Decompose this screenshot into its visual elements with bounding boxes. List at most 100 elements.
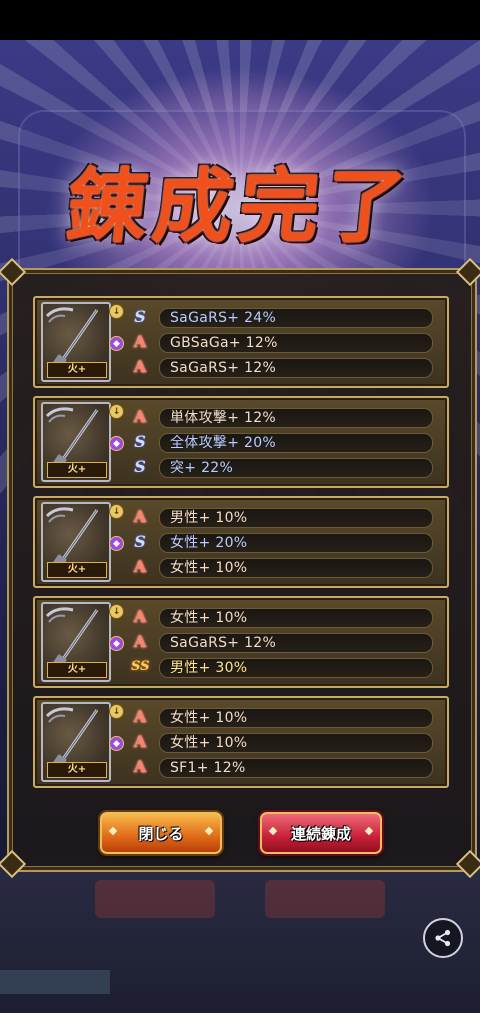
slot-icon-column: ↓ ◆: [109, 402, 124, 478]
upgrade-slot-icon: ↓: [109, 304, 124, 319]
slot-icon-column: ↓ ◆: [109, 302, 124, 378]
stat-text: SaGaRS+ 24%: [170, 310, 277, 326]
rank-a-icon: A: [133, 407, 147, 426]
stat-bar: SaGaRS+ 12%: [159, 358, 433, 378]
result-card: 火+ ↓ ◆ A 男性+ 10% S 女性+ 20% A 女性+ 10%: [33, 496, 449, 588]
stat-row: A 女性+ 10%: [131, 557, 433, 578]
stat-row: A 男性+ 10%: [131, 507, 433, 528]
element-tag: 火+: [47, 562, 107, 578]
stat-row: A GBSaGa+ 12%: [131, 332, 433, 353]
background-button-ghost: [95, 880, 215, 918]
stat-text: 女性+ 10%: [170, 735, 248, 751]
stat-row: A 単体攻撃+ 12%: [131, 407, 433, 428]
share-button[interactable]: [423, 918, 463, 958]
stat-bar: 全体攻撃+ 20%: [159, 433, 433, 453]
stat-row: S 全体攻撃+ 20%: [131, 432, 433, 453]
close-button[interactable]: 閉じる: [100, 812, 222, 854]
stat-bar: 突+ 22%: [159, 458, 433, 478]
result-card: 火+ ↓ ◆ A 単体攻撃+ 12% S 全体攻撃+ 20% S 突+ 22%: [33, 396, 449, 488]
element-tag: 火+: [47, 362, 107, 378]
rank-ss-icon: SS: [131, 659, 150, 674]
stat-text: 単体攻撃+ 12%: [170, 410, 276, 426]
stat-row: A SaGaRS+ 12%: [131, 357, 433, 378]
rank-a-icon: A: [133, 507, 147, 526]
element-tag: 火+: [47, 662, 107, 678]
upgrade-slot-icon: ↓: [109, 704, 124, 719]
stat-bar: SaGaRS+ 12%: [159, 633, 433, 653]
stat-text: GBSaGa+ 12%: [170, 335, 278, 351]
weapon-thumbnail[interactable]: 火+: [41, 302, 111, 382]
stat-text: 女性+ 10%: [170, 610, 248, 626]
rank-s-icon: S: [134, 532, 146, 551]
button-ornament: [364, 826, 374, 836]
rank-s-icon: S: [134, 457, 146, 476]
weapon-thumbnail[interactable]: 火+: [41, 402, 111, 482]
stat-bar: 女性+ 10%: [159, 558, 433, 578]
slot-icon-column: ↓ ◆: [109, 502, 124, 578]
rank-s-icon: S: [134, 307, 146, 326]
stat-row: SS 男性+ 30%: [131, 657, 433, 678]
rank-a-icon: A: [133, 357, 147, 376]
upgrade-slot-icon: ↓: [109, 504, 124, 519]
button-ornament: [268, 826, 278, 836]
upgrade-slot-icon: ↓: [109, 404, 124, 419]
stat-row: A 女性+ 10%: [131, 707, 433, 728]
rank-a-icon: A: [133, 707, 147, 726]
gem-slot-icon: ◆: [109, 336, 124, 351]
close-button-label: 閉じる: [138, 824, 184, 843]
element-tag: 火+: [47, 762, 107, 778]
upgrade-slot-icon: ↓: [109, 604, 124, 619]
share-icon: [435, 929, 451, 947]
stat-text: SaGaRS+ 12%: [170, 360, 277, 376]
stat-row: A SaGaRS+ 12%: [131, 632, 433, 653]
stat-text: 女性+ 10%: [170, 560, 248, 576]
rank-a-icon: A: [133, 557, 147, 576]
stat-row: A SF1+ 12%: [131, 757, 433, 778]
stat-row: S SaGaRS+ 24%: [131, 307, 433, 328]
result-card: 火+ ↓ ◆ A 女性+ 10% A SaGaRS+ 12% SS 男性+ 30%: [33, 596, 449, 688]
stat-text: 男性+ 30%: [170, 660, 248, 676]
result-card: 火+ ↓ ◆ A 女性+ 10% A 女性+ 10% A SF1+ 12%: [33, 696, 449, 788]
stat-bar: 女性+ 20%: [159, 533, 433, 553]
gem-slot-icon: ◆: [109, 536, 124, 551]
element-tag: 火+: [47, 462, 107, 478]
stat-row: S 女性+ 20%: [131, 532, 433, 553]
stat-bar: 男性+ 30%: [159, 658, 433, 678]
rank-a-icon: A: [133, 332, 147, 351]
stat-row: S 突+ 22%: [131, 457, 433, 478]
stat-text: 全体攻撃+ 20%: [170, 435, 276, 451]
gem-slot-icon: ◆: [109, 736, 124, 751]
result-card: 火+ ↓ ◆ S SaGaRS+ 24% A GBSaGa+ 12% A SaGaRS+ 12%: [33, 296, 449, 388]
continuous-refine-button-label: 連続錬成: [290, 824, 351, 843]
stat-row: A 女性+ 10%: [131, 732, 433, 753]
background-strip: [0, 970, 110, 994]
gem-slot-icon: ◆: [109, 436, 124, 451]
stat-text: 女性+ 10%: [170, 710, 248, 726]
rank-a-icon: A: [133, 732, 147, 751]
slot-icon-column: ↓ ◆: [109, 602, 124, 678]
stat-bar: GBSaGa+ 12%: [159, 333, 433, 353]
status-bar: [0, 0, 480, 40]
stat-bar: 女性+ 10%: [159, 608, 433, 628]
rank-a-icon: A: [133, 632, 147, 651]
result-title: 錬成完了: [62, 159, 417, 253]
background-button-ghost: [265, 880, 385, 918]
button-ornament: [108, 826, 118, 836]
stat-bar: 女性+ 10%: [159, 708, 433, 728]
slot-icon-column: ↓ ◆: [109, 702, 124, 778]
continuous-refine-button[interactable]: 連続錬成: [260, 812, 382, 854]
gem-slot-icon: ◆: [109, 636, 124, 651]
stat-bar: 女性+ 10%: [159, 733, 433, 753]
weapon-thumbnail[interactable]: 火+: [41, 502, 111, 582]
stat-bar: 男性+ 10%: [159, 508, 433, 528]
weapon-thumbnail[interactable]: 火+: [41, 702, 111, 782]
rank-s-icon: S: [134, 432, 146, 451]
button-ornament: [204, 826, 214, 836]
weapon-thumbnail[interactable]: 火+: [41, 602, 111, 682]
stat-text: 突+ 22%: [170, 460, 234, 476]
stat-row: A 女性+ 10%: [131, 607, 433, 628]
stat-bar: 単体攻撃+ 12%: [159, 408, 433, 428]
stat-bar: SF1+ 12%: [159, 758, 433, 778]
rank-a-icon: A: [133, 607, 147, 626]
stat-text: SF1+ 12%: [170, 760, 246, 776]
